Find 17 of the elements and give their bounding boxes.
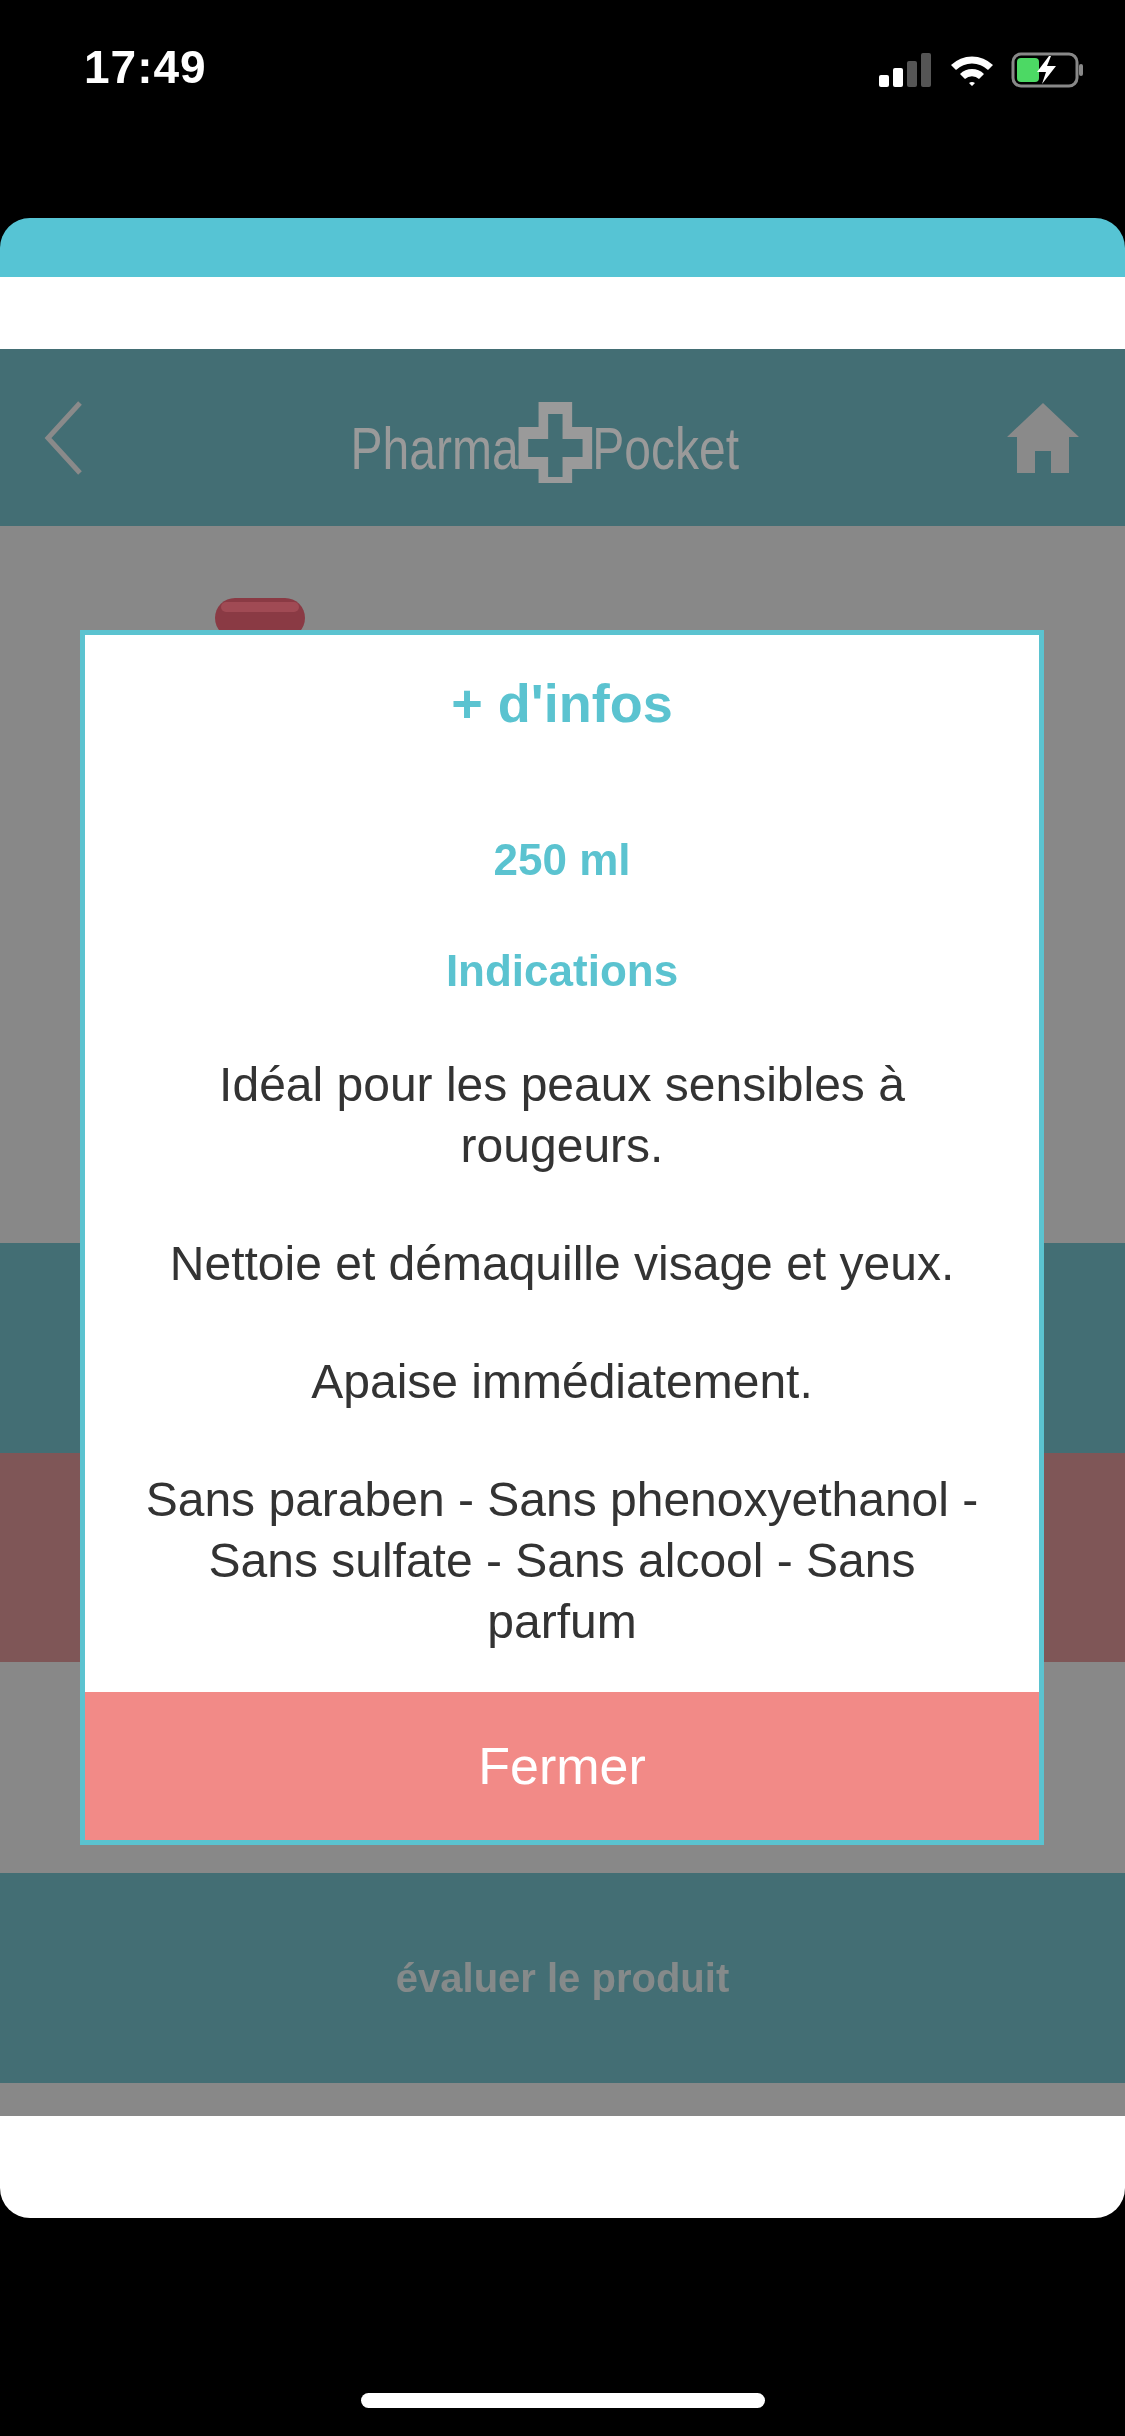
section-heading: Indications	[445, 945, 679, 997]
dialog-title: + d'infos	[451, 673, 673, 733]
description-paragraph: Idéal pour les peaux sensibles à rougeurs.	[218, 1057, 906, 1174]
description-paragraph: Sans paraben - Sans phenoxyethanol - Sans sulfate - Sans alcool - Sans parfum	[144, 1472, 980, 1650]
description-paragraph: Apaise immédiatement.	[311, 1354, 813, 1410]
battery-charging-icon	[1011, 52, 1085, 88]
home-indicator[interactable]	[360, 2393, 765, 2408]
rate-product-button[interactable]: évaluer le produit	[385, 1945, 740, 2011]
home-icon[interactable]	[1005, 400, 1081, 475]
description-paragraph: Nettoie et démaquille visage et yeux.	[169, 1236, 955, 1292]
logo: Pharma Pocket	[350, 392, 739, 483]
back-icon[interactable]	[44, 400, 84, 475]
product-size: 250 ml	[493, 834, 631, 886]
status-time: 17:49	[84, 40, 207, 94]
close-button[interactable]: Fermer	[85, 1692, 1039, 1840]
wifi-icon	[949, 53, 995, 87]
signal-icon	[879, 53, 933, 87]
